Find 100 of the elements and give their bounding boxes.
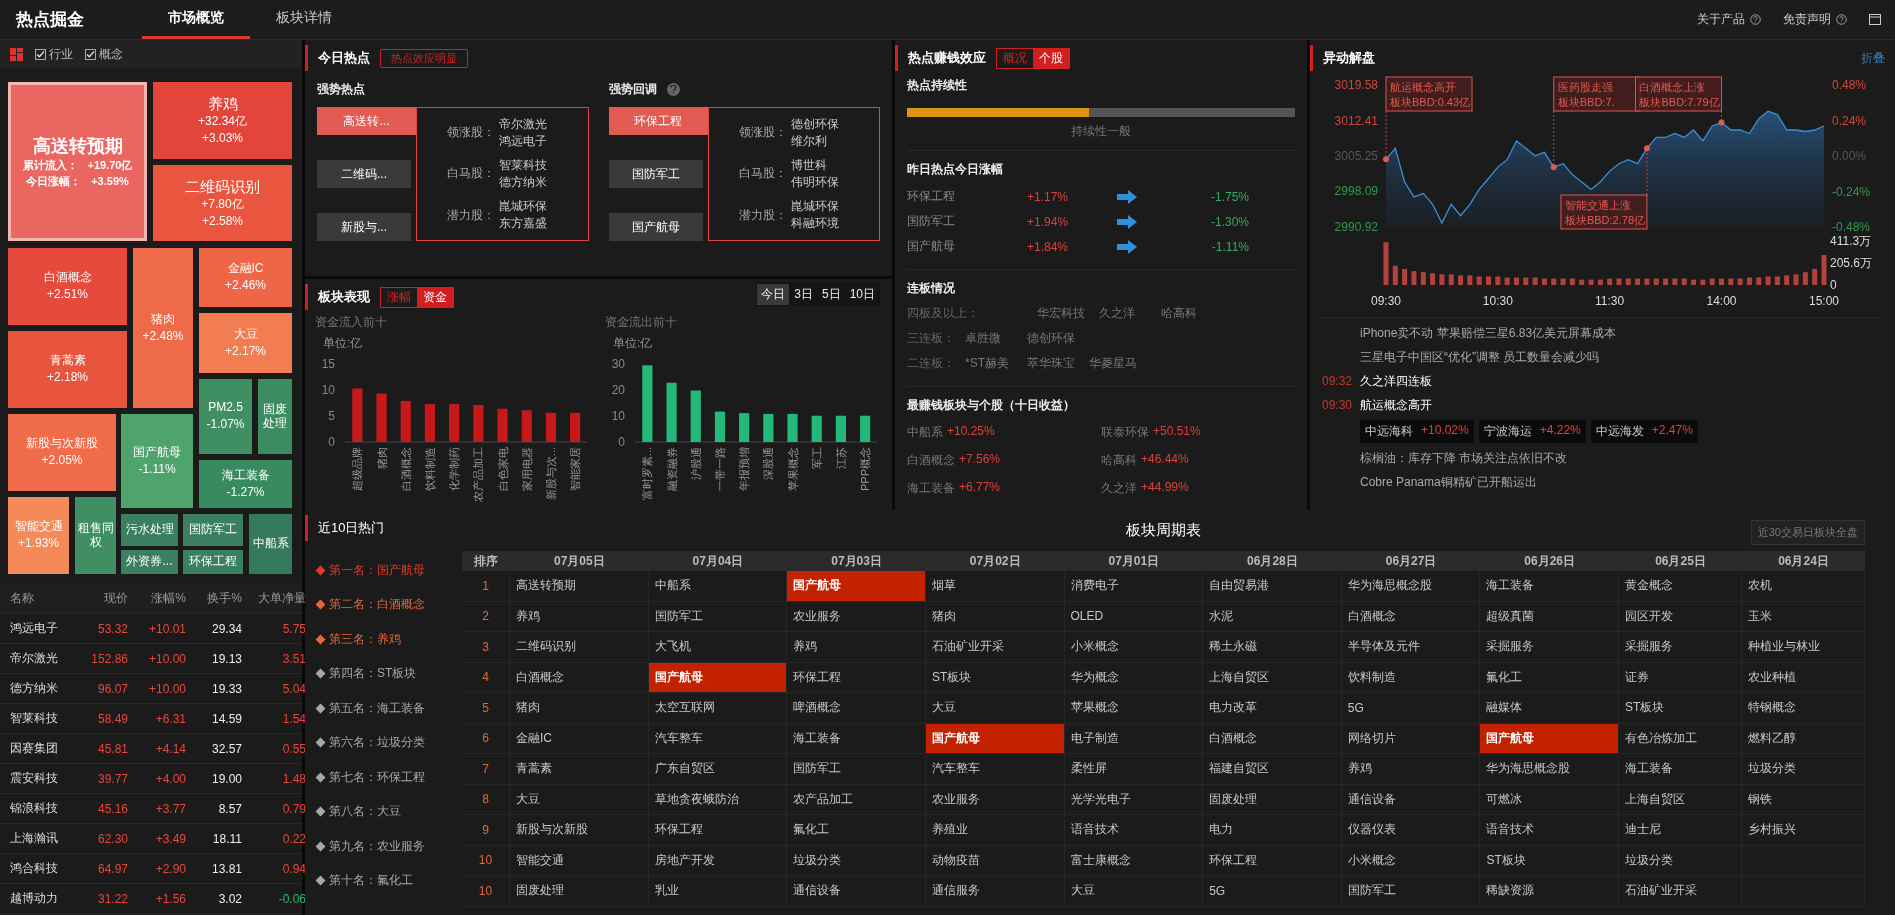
category-label: 猪肉 [375,447,388,469]
stock-link[interactable]: 鸿远电子 [499,132,547,150]
sector-name: 中船系 [907,424,943,441]
ranking-item[interactable]: 第一名：国产航母 [305,553,462,588]
treemap-tile[interactable]: 污水处理 [121,514,178,546]
ranking-item[interactable]: 第九名：农业服务 [305,829,462,864]
nav-tab[interactable]: 板块详情 [250,0,358,39]
treemap-tile[interactable]: 白酒概念 +2.51% [8,248,127,325]
category-label: 融资融券 [665,447,678,491]
table-cell: 国产航母 [925,723,1065,754]
news-headline[interactable]: 棕榈油：库存下降 市场关注点依旧不改 [1360,449,1883,467]
sector-button[interactable]: 国产航母 [608,213,703,241]
stock-link[interactable]: 萃华珠宝 [1027,355,1075,372]
stock-link[interactable]: 伟明环保 [790,174,839,191]
event-title[interactable]: 航运概念高开 [1360,396,1883,414]
table-cell: ST板块 [1480,845,1619,876]
stock-link[interactable]: 卓胜微 [965,330,1013,347]
ranking-item[interactable]: 第五名：海工装备 [305,691,462,726]
ranking-item[interactable]: 第三名：养鸡 [305,622,462,657]
checkbox[interactable] [85,48,96,60]
header-link[interactable]: 关于产品 [1697,11,1745,28]
table-cell: 5G [1203,876,1342,907]
fold-link[interactable]: 折叠 [1861,49,1885,67]
stock-link[interactable]: 德创环保 [1027,330,1075,347]
treemap-tile[interactable]: 养鸡 +32.34亿 +3.03% [153,82,292,159]
stock-chip[interactable]: 中远海科 +10.02% [1360,420,1474,443]
treemap-tile[interactable]: 海工装备 -1.27% [199,460,292,508]
period-tab[interactable]: 5日 [817,284,845,305]
table-cell: 新股与次新股 [510,815,649,846]
stock-link[interactable]: *ST赫美 [965,355,1013,372]
stock-link[interactable]: 维尔利 [790,132,839,150]
treemap-icon[interactable] [10,47,23,61]
stock-link[interactable]: 华宏科技 [1037,305,1085,322]
sector-button[interactable]: 二维码... [317,160,411,188]
annotation: 医药股走强 [1557,81,1613,93]
stock-link[interactable]: 德创环保 [790,115,839,133]
stock-link[interactable]: 哈高科 [1161,305,1209,322]
period-tab[interactable]: 10日 [845,284,879,305]
help-icon[interactable] [1836,14,1847,25]
period-tab[interactable]: 3日 [790,284,817,305]
news-headline[interactable]: iPhone卖不动 苹果赔偿三星6.83亿美元屏幕成本 [1360,324,1883,342]
treemap-tile[interactable]: 国防军工 [183,514,243,546]
stock-link[interactable]: 智莱科技 [499,157,547,174]
table-cell-text: 32.57 [210,741,242,756]
ranking-item[interactable]: 第二名：白酒概念 [305,587,462,622]
sector-button[interactable]: 新股与... [317,213,411,241]
treemap-tile[interactable]: 外资券... [121,550,178,574]
help-icon[interactable] [666,82,680,96]
ranking-item[interactable]: 第四名：ST板块 [305,656,462,691]
window-icon[interactable] [1869,14,1881,25]
ranking-item[interactable]: 第六名：垃圾分类 [305,725,462,760]
stock-link[interactable]: 博世科 [790,157,839,174]
checkbox[interactable] [35,48,46,60]
detail-label: 白马股： [447,165,493,183]
table-cell-text: 5.04 [281,681,306,696]
table-cell-text: 0.94 [281,861,306,876]
table-cell-text: 0.79 [281,801,306,816]
treemap-tile[interactable]: PM2.5 -1.07% [199,379,252,454]
column-header: 06月24日 [1742,551,1865,571]
sector-button[interactable]: 国防军工 [608,160,703,188]
stock-link[interactable]: 帝尔激光 [499,115,547,133]
tile-name: 大豆 [233,327,258,342]
stock-link[interactable]: 崑城环保 [499,198,547,216]
sector-button[interactable]: 高送转... [317,107,416,135]
tile-name: 猪肉 [151,312,175,327]
table-cell: 证券 [1619,662,1742,693]
checkbox-label: 概念 [99,45,123,63]
stock-link[interactable]: 崑城环保 [790,198,839,216]
ranking-item[interactable]: 第八名：大豆 [305,794,462,829]
stock-link[interactable]: 科融环境 [790,215,839,233]
table-cell-text: +2.90 [154,861,186,876]
ranking-item[interactable]: 第十名：氟化工 [305,863,462,898]
treemap-tile[interactable]: 租售同权 [75,497,116,574]
table-cell: 白酒概念 [1203,723,1342,754]
treemap-tile[interactable]: 青蒿素 +2.18% [8,331,127,408]
stock-link[interactable]: 久之洋 [1099,305,1147,322]
stock-chip[interactable]: 中远海发 +2.47% [1590,420,1698,443]
stock-link[interactable]: 东方嘉盛 [499,215,547,233]
table-cell: 智能交通 [510,845,649,876]
treemap-tile[interactable]: 中船系 [249,514,292,574]
event-title[interactable]: 久之洋四连板 [1360,372,1883,390]
treemap-tile[interactable]: 环保工程 [183,550,243,574]
column-header: 06月25日 [1619,551,1742,571]
help-icon[interactable] [1750,14,1761,25]
stock-link[interactable]: 华菱星马 [1089,355,1137,372]
news-headline[interactable]: 三星电子中国区“优化”调整 员工数量会减少吗 [1360,348,1883,366]
treemap-tile[interactable]: 固废处理 [258,379,292,454]
progress-caption: 持续性一般 [1071,124,1131,138]
sector-button[interactable]: 环保工程 [608,107,708,135]
stock-chip[interactable]: 宁波海运 +4.22% [1478,420,1586,443]
ranking-item[interactable]: 第七名：环保工程 [305,760,462,795]
stock-link[interactable]: 德方纳米 [499,174,547,191]
header-link[interactable]: 免责声明 [1783,11,1831,28]
gain-value: +46.44% [1141,452,1189,468]
news-headline[interactable]: Cobre Panama铜精矿已开船运出 [1360,473,1883,491]
period-tab[interactable]: 今日 [757,284,790,305]
overview-button[interactable]: 近30交易日板块全盘 [1750,520,1865,545]
mode-toggle[interactable]: 个股 [1033,48,1069,68]
treemap-tile[interactable]: 二维码识别 +7.80亿 +2.58% [153,165,292,241]
mode-toggle[interactable]: 资金 [417,287,453,307]
